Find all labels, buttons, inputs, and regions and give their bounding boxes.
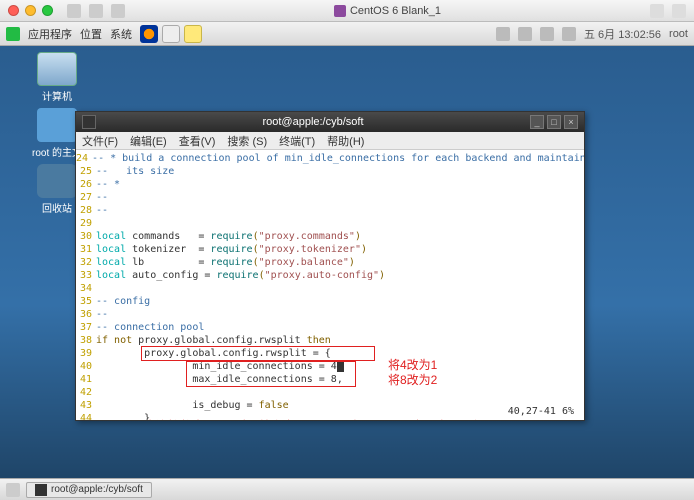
centos-icon (334, 5, 346, 17)
terminal-body[interactable]: 24-- * build a connection pool of min_id… (76, 150, 584, 420)
firefox-icon[interactable] (140, 25, 158, 43)
user-text[interactable]: root (669, 28, 688, 40)
tray-icon-2[interactable] (518, 27, 532, 41)
vm-title-text: CentOS 6 Blank_1 (350, 5, 441, 17)
menu-terminal[interactable]: 终端(T) (279, 133, 315, 149)
code-line: -- (96, 308, 108, 321)
zoom-dot[interactable] (42, 5, 53, 16)
task-terminal-icon (35, 484, 47, 496)
taskbar-terminal-button[interactable]: root@apple:/cyb/soft (26, 482, 152, 498)
minimize-dot[interactable] (25, 5, 36, 16)
code-line: -- (96, 204, 108, 217)
annotation-text-1: 将4改为1 (388, 359, 437, 372)
code-line: -- (96, 191, 108, 204)
traffic-lights (8, 5, 53, 16)
clock-text[interactable]: 五 6月 13:02:56 (584, 26, 661, 42)
code-line: local tokenizer = require("proxy.tokeniz… (96, 243, 367, 256)
toolbar-icons-left (67, 4, 125, 18)
window-minimize-button[interactable]: _ (530, 115, 544, 129)
code-line: -- its size (96, 165, 174, 178)
tray-icon-3[interactable] (540, 27, 554, 41)
menu-view[interactable]: 查看(V) (179, 133, 216, 149)
annotation-text-2: 将8改为2 (388, 374, 437, 387)
code-line: -- connection pool (96, 321, 204, 334)
window-close-button[interactable]: × (564, 115, 578, 129)
tb-right-1[interactable] (650, 4, 664, 18)
gnome-top-panel: 应用程序 位置 系统 五 6月 13:02:56 root (0, 22, 694, 46)
gnome-bottom-panel: root@apple:/cyb/soft (0, 478, 694, 500)
code-line: -- * (96, 178, 120, 191)
annotation-highlight-2 (186, 361, 356, 387)
annotation-highlight-1 (141, 346, 375, 361)
tb-icon-2[interactable] (89, 4, 103, 18)
home-folder-icon (37, 108, 77, 142)
menu-edit[interactable]: 编辑(E) (130, 133, 167, 149)
menu-file[interactable]: 文件(F) (82, 133, 118, 149)
trash-icon (37, 164, 77, 198)
terminal-window: root@apple:/cyb/soft _ □ × 文件(F) 编辑(E) 查… (75, 111, 585, 421)
tb-icon-3[interactable] (111, 4, 125, 18)
gnome-foot-icon[interactable] (6, 27, 20, 41)
menu-help[interactable]: 帮助(H) (327, 133, 364, 149)
computer-label: 计算机 (32, 88, 82, 103)
tb-icon-1[interactable] (67, 4, 81, 18)
vm-title: CentOS 6 Blank_1 (131, 5, 644, 17)
code-line: is_debug = false (96, 399, 289, 412)
code-line: -- config (96, 295, 150, 308)
terminal-icon (82, 115, 96, 129)
code-line: local lb = require("proxy.balance") (96, 256, 355, 269)
window-maximize-button[interactable]: □ (547, 115, 561, 129)
tb-right-2[interactable] (672, 4, 686, 18)
menu-search[interactable]: 搜索 (S) (227, 133, 267, 149)
code-line: local auto_config = require("proxy.auto-… (96, 269, 385, 282)
tray-icon-4[interactable] (562, 27, 576, 41)
show-desktop-icon[interactable] (6, 483, 20, 497)
launcher-icon[interactable] (162, 25, 180, 43)
desktop-icon-computer[interactable]: 计算机 (32, 52, 82, 103)
code-line: } (96, 412, 150, 420)
toolbar-icons-right (650, 4, 686, 18)
code-line: local commands = require("proxy.commands… (96, 230, 361, 243)
menu-applications[interactable]: 应用程序 (28, 26, 72, 42)
computer-icon (37, 52, 77, 86)
code-line: -- * build a connection pool of min_idle… (92, 152, 584, 165)
note-icon[interactable] (184, 25, 202, 43)
terminal-title-text: root@apple:/cyb/soft (96, 116, 530, 128)
vim-status-line: 40,27-41 6% (508, 405, 574, 418)
menu-system[interactable]: 系统 (110, 26, 132, 42)
terminal-menubar: 文件(F) 编辑(E) 查看(V) 搜索 (S) 终端(T) 帮助(H) (76, 132, 584, 150)
mac-titlebar: CentOS 6 Blank_1 (0, 0, 694, 22)
task-label: root@apple:/cyb/soft (51, 484, 143, 495)
tray-icon-1[interactable] (496, 27, 510, 41)
close-dot[interactable] (8, 5, 19, 16)
menu-places[interactable]: 位置 (80, 26, 102, 42)
terminal-titlebar[interactable]: root@apple:/cyb/soft _ □ × (76, 112, 584, 132)
desktop[interactable]: 计算机 root 的主文 回收站 root@apple:/cyb/soft _ … (0, 46, 694, 478)
